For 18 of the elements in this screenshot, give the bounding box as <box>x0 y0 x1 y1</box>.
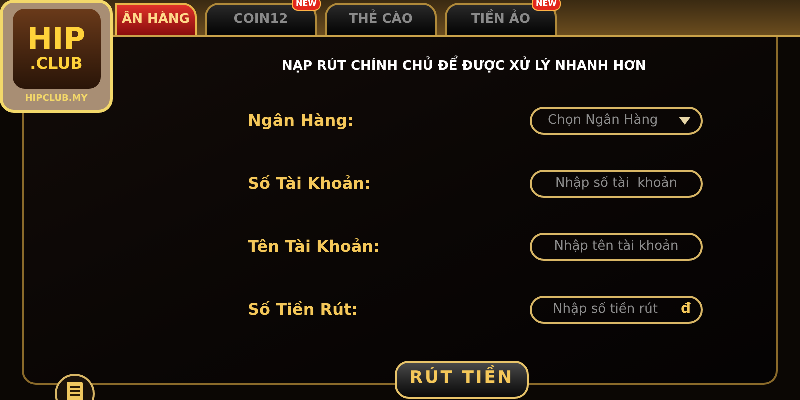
field-label: Tên Tài Khoản: <box>248 236 381 258</box>
tab[interactable]: THẺ CÀO <box>325 3 437 35</box>
withdraw-button[interactable]: RÚT TIỀN <box>395 361 529 399</box>
field-label: Số Tiền Rút: <box>248 298 360 320</box>
input-field[interactable]: Nhập số tài khoản <box>530 170 703 198</box>
field-label: Số Tài Khoản: <box>248 172 372 194</box>
dropdown-caret-icon <box>679 116 691 124</box>
currency-symbol: đ <box>680 300 691 318</box>
notice-heading: NẠP RÚT CHÍNH CHỦ ĐỂ ĐƯỢC XỬ LÝ NHANH HƠN <box>282 57 646 76</box>
logo-site: HIPCLUB.MY <box>25 93 88 106</box>
logo-title: HIP <box>27 25 86 55</box>
field-label: Ngân Hàng: <box>248 110 356 132</box>
new-badge: NEW <box>292 0 321 11</box>
tab[interactable]: ÂN HÀNG <box>115 3 197 35</box>
logo-subtitle: .CLUB <box>30 55 83 73</box>
bank-select[interactable]: Chọn Ngân Hàng <box>530 106 703 134</box>
input-field[interactable]: Nhập tên tài khoản <box>530 232 703 260</box>
new-badge: NEW <box>532 0 561 11</box>
